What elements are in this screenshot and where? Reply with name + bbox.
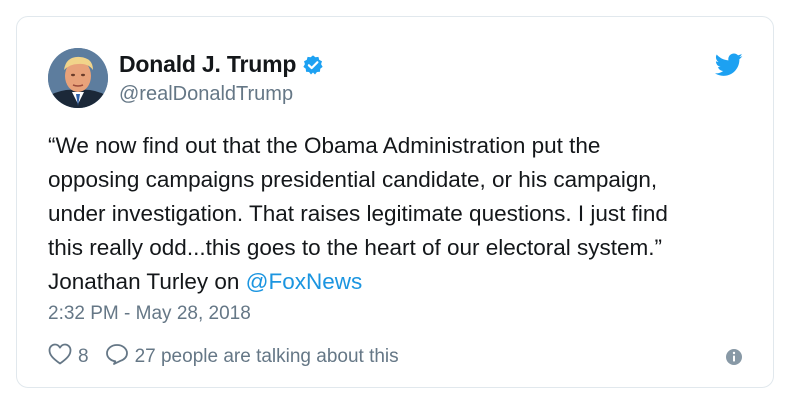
comment-bubble-icon	[105, 343, 129, 371]
tweet-card: Donald J. Trump @realDonaldTrump “We now…	[16, 16, 774, 388]
tweet-line: this really odd...this goes to the heart…	[48, 235, 663, 260]
tweet-text: “We now find out that the Obama Administ…	[48, 129, 748, 299]
author-display-name[interactable]: Donald J. Trump	[119, 51, 296, 78]
tweet-line: under investigation. That raises legitim…	[48, 201, 668, 226]
reply-button[interactable]: 27 people are talking about this	[105, 343, 399, 371]
author-name-row: Donald J. Trump	[119, 51, 324, 78]
profile-photo-icon	[48, 48, 108, 108]
verified-badge-icon	[302, 54, 324, 76]
tweet-timestamp[interactable]: 2:32 PM - May 28, 2018	[48, 303, 251, 325]
replies-text: 27 people are talking about this	[134, 346, 399, 367]
tweet-line: “We now find out that the Obama Administ…	[48, 133, 601, 158]
heart-icon	[48, 343, 72, 371]
like-button[interactable]: 8	[48, 343, 89, 371]
tweet-actions: 8 27 people are talking about this	[48, 343, 399, 371]
twitter-bird-icon[interactable]	[714, 53, 743, 77]
tweet-line: Jonathan Turley on @FoxNews	[48, 265, 748, 299]
info-icon[interactable]	[725, 348, 743, 366]
mention-link[interactable]: @FoxNews	[246, 269, 363, 294]
tweet-line: opposing campaigns presidential candidat…	[48, 167, 658, 192]
author-handle[interactable]: @realDonaldTrump	[119, 83, 293, 106]
tweet-attribution: Jonathan Turley on	[48, 269, 246, 294]
likes-count: 8	[78, 346, 89, 367]
avatar[interactable]	[48, 48, 108, 108]
